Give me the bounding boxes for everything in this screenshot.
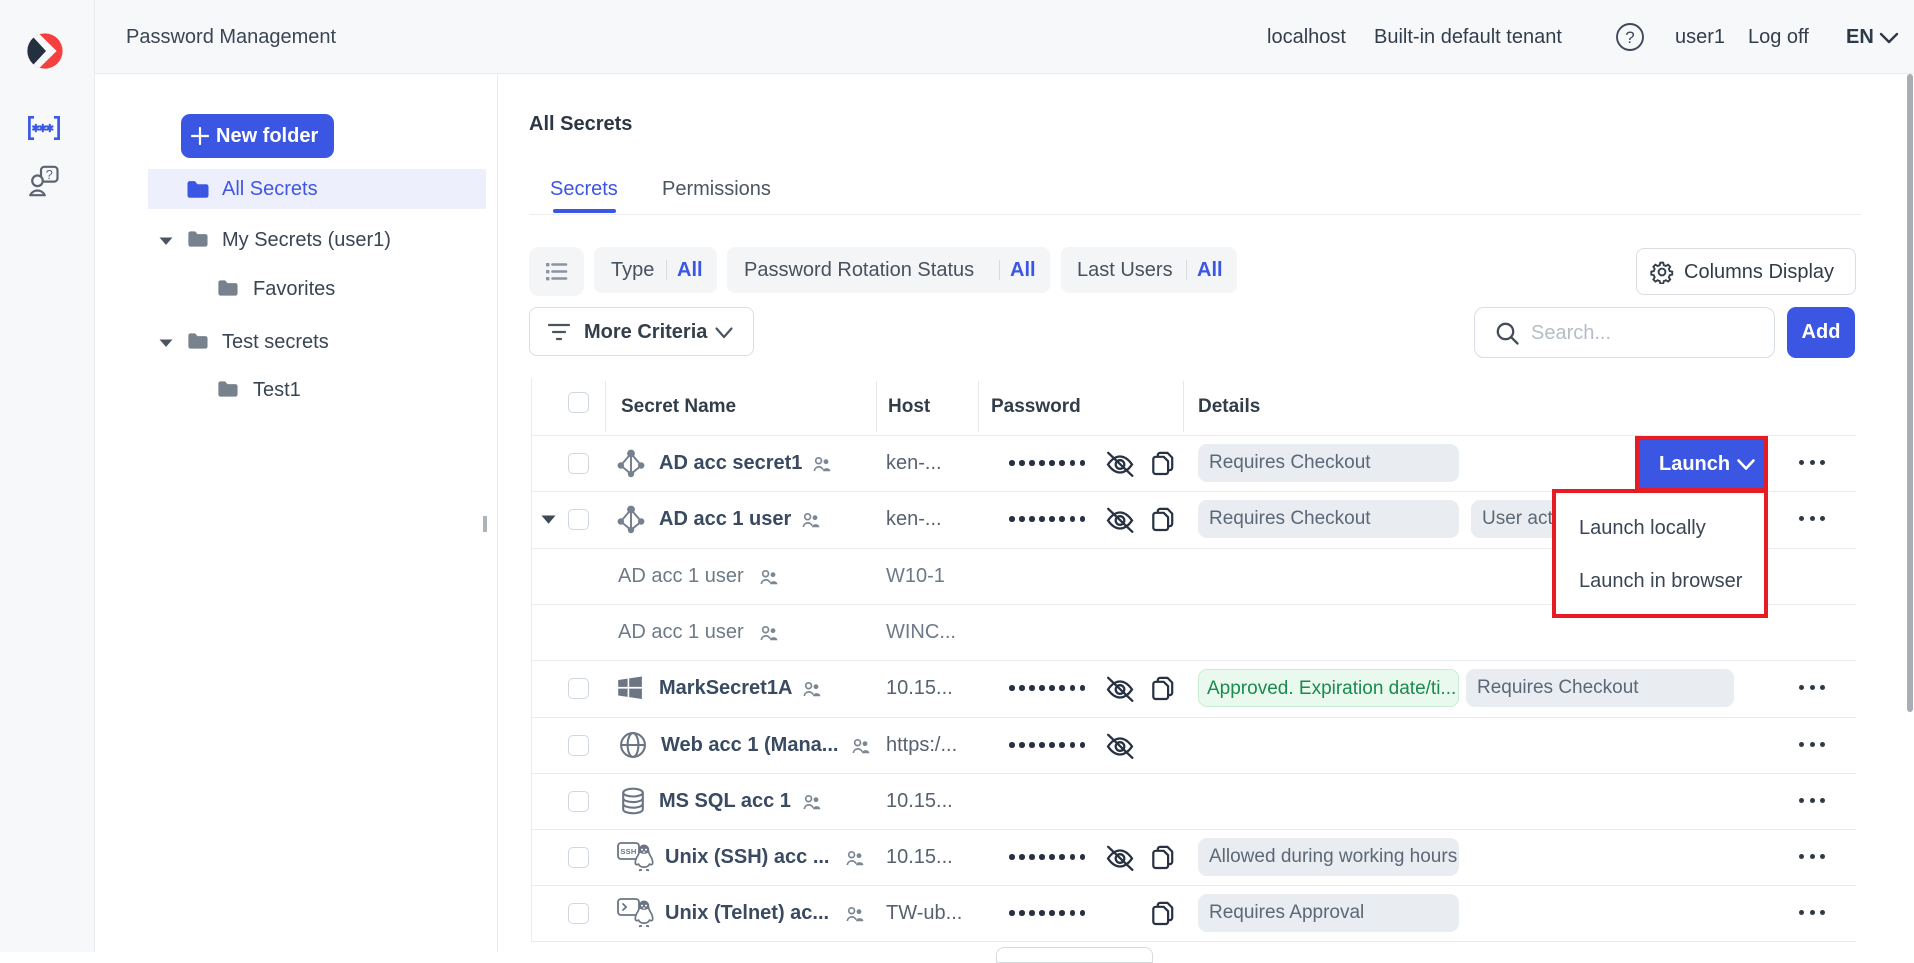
svg-text:?: ?: [46, 167, 53, 182]
svg-text:?: ?: [1625, 28, 1634, 47]
